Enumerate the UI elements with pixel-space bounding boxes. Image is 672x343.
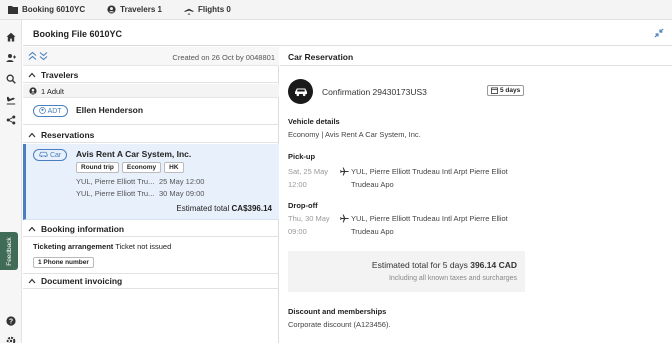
user-circle-icon bbox=[39, 107, 46, 114]
dropoff-location-line2: Trudeau Apo bbox=[351, 227, 394, 236]
duration-badge: 5 days bbox=[487, 85, 525, 96]
duration-label: 5 days bbox=[500, 87, 521, 94]
pickup-time: 12:00 bbox=[288, 180, 307, 189]
expand-all-icon[interactable] bbox=[28, 51, 37, 63]
discount-value: Corporate discount (A123456). bbox=[288, 320, 391, 329]
total-note: Including all known taxes and surcharges bbox=[388, 275, 517, 282]
car-type-label: Car bbox=[49, 152, 62, 159]
invoicing-heading: Document invoicing bbox=[41, 276, 123, 286]
chevron-up-icon bbox=[28, 226, 36, 232]
pickup-date: Sat, 25 May bbox=[288, 167, 329, 176]
car-type-badge: Car bbox=[33, 149, 68, 161]
reservations-section-header[interactable]: Reservations bbox=[23, 127, 279, 143]
total-summary-box: Estimated total for 5 days 396.14 CAD In… bbox=[288, 251, 525, 292]
share-icon[interactable] bbox=[5, 114, 17, 126]
vehicle-heading: Vehicle details bbox=[288, 117, 340, 126]
booking-header: Booking File 6010YC bbox=[23, 21, 672, 46]
booking-info-section-header[interactable]: Booking information bbox=[23, 221, 279, 237]
summary-toolbar: Created on 26 Oct by 0048801 bbox=[23, 47, 279, 66]
folder-icon bbox=[8, 6, 18, 14]
traveler-type-badge: ADT bbox=[33, 105, 68, 117]
travelers-count-row: 1 Adult bbox=[23, 84, 279, 98]
tag-round-trip: Round trip bbox=[76, 162, 119, 173]
pickup-datetime: 25 May 12:00 bbox=[159, 177, 205, 186]
feedback-label: Feedback bbox=[5, 236, 13, 266]
pickup-location-line1: YUL, Pierre Elliott Trudeau Intl Arpt Pi… bbox=[351, 167, 508, 176]
total-value: 396.14 CAD bbox=[470, 260, 517, 270]
collapse-all-icon[interactable] bbox=[39, 51, 48, 63]
home-icon[interactable] bbox=[5, 31, 17, 43]
dropoff-location: YUL, Pierre Elliott Tru... bbox=[76, 189, 155, 198]
detail-title: Car Reservation bbox=[288, 52, 354, 62]
estimated-total: Estimated total CA$396.14 bbox=[176, 204, 272, 213]
user-circle-icon bbox=[107, 5, 116, 14]
tab-travelers[interactable]: Travelers 1 bbox=[107, 5, 162, 14]
ticketing-value: Ticket not issued bbox=[115, 242, 172, 251]
car-vendor: Avis Rent A Car System, Inc. bbox=[76, 149, 192, 159]
invoicing-section-header[interactable]: Document invoicing bbox=[23, 273, 279, 289]
svg-text:?: ? bbox=[9, 318, 13, 325]
search-icon[interactable] bbox=[5, 73, 17, 85]
car-reservation-detail: Car Reservation Confirmation 29430173US3… bbox=[280, 47, 672, 343]
tab-flights-label: Flights 0 bbox=[197, 5, 231, 14]
tag-economy: Economy bbox=[121, 162, 162, 173]
add-user-icon[interactable] bbox=[5, 52, 17, 64]
chevron-up-icon bbox=[28, 132, 36, 138]
chevron-up-icon bbox=[28, 72, 36, 78]
tab-flights[interactable]: Flights 0 bbox=[184, 5, 231, 15]
reservation-tags: Round trip Economy HK bbox=[76, 162, 187, 173]
collapse-panel-icon[interactable] bbox=[654, 28, 664, 40]
discount-heading: Discount and memberships bbox=[288, 307, 387, 316]
travelers-heading: Travelers bbox=[41, 69, 79, 80]
traveler-name[interactable]: Ellen Henderson bbox=[76, 105, 143, 115]
plane-icon bbox=[340, 214, 349, 223]
dropoff-heading: Drop-off bbox=[288, 201, 318, 210]
total-label: Estimated total for 5 days bbox=[371, 260, 468, 270]
pickup-location: YUL, Pierre Elliott Tru... bbox=[76, 177, 155, 186]
pickup-location-line2: Trudeau Apo bbox=[351, 180, 394, 189]
settings-icon[interactable] bbox=[5, 335, 17, 343]
tag-status: HK bbox=[164, 162, 184, 173]
total-line: Estimated total for 5 days 396.14 CAD bbox=[372, 260, 517, 270]
tab-travelers-label: Travelers 1 bbox=[120, 5, 162, 14]
feedback-tab[interactable]: Feedback bbox=[0, 232, 18, 270]
user-circle-icon bbox=[29, 87, 37, 95]
ticketing-label: Ticketing arrangement bbox=[33, 242, 114, 251]
travelers-section-header[interactable]: Travelers bbox=[23, 67, 279, 83]
car-reservation-item[interactable]: Car Avis Rent A Car System, Inc. Round t… bbox=[23, 144, 279, 220]
calendar-icon bbox=[491, 87, 498, 94]
top-tab-bar: Booking 6010YC Travelers 1 Flights 0 bbox=[0, 0, 672, 20]
dropoff-datetime: 30 May 09:00 bbox=[159, 189, 205, 198]
help-icon[interactable]: ? bbox=[5, 315, 17, 327]
dropoff-location-line1: YUL, Pierre Elliott Trudeau Intl Arpt Pi… bbox=[351, 214, 508, 223]
travelers-count: 1 Adult bbox=[41, 87, 64, 96]
reservations-heading: Reservations bbox=[41, 129, 95, 140]
confirmation-number: Confirmation 29430173US3 bbox=[322, 87, 427, 97]
traveler-type-label: ADT bbox=[47, 108, 62, 115]
booking-summary-panel: Created on 26 Oct by 0048801 Travelers 1… bbox=[23, 47, 279, 343]
detail-header: Car Reservation bbox=[280, 47, 672, 66]
plane-icon bbox=[184, 5, 194, 15]
left-nav-rail: ? bbox=[0, 20, 22, 343]
vehicle-value: Economy | Avis Rent A Car System, Inc. bbox=[288, 130, 421, 139]
car-avatar-icon bbox=[288, 79, 313, 104]
tab-booking[interactable]: Booking 6010YC bbox=[8, 5, 85, 14]
chevron-up-icon bbox=[28, 278, 36, 284]
plane-icon bbox=[340, 167, 349, 176]
plane-arrival-icon[interactable] bbox=[5, 94, 17, 106]
booking-info-heading: Booking information bbox=[41, 223, 125, 234]
ticketing-row: Ticketing arrangement Ticket not issued bbox=[33, 242, 171, 251]
traveler-row[interactable]: ADT Ellen Henderson bbox=[23, 99, 279, 125]
phone-number-tag[interactable]: 1 Phone number bbox=[33, 257, 94, 268]
estimated-total-value: CA$396.14 bbox=[231, 204, 272, 213]
car-icon bbox=[39, 151, 48, 158]
page-title: Booking File 6010YC bbox=[33, 29, 123, 39]
pickup-heading: Pick-up bbox=[288, 152, 316, 161]
dropoff-date: Thu, 30 May bbox=[288, 214, 330, 223]
estimated-total-label: Estimated total bbox=[176, 204, 230, 213]
dropoff-time: 09:00 bbox=[288, 227, 307, 236]
tab-booking-label: Booking 6010YC bbox=[22, 5, 86, 14]
created-info: Created on 26 Oct by 0048801 bbox=[172, 53, 275, 62]
